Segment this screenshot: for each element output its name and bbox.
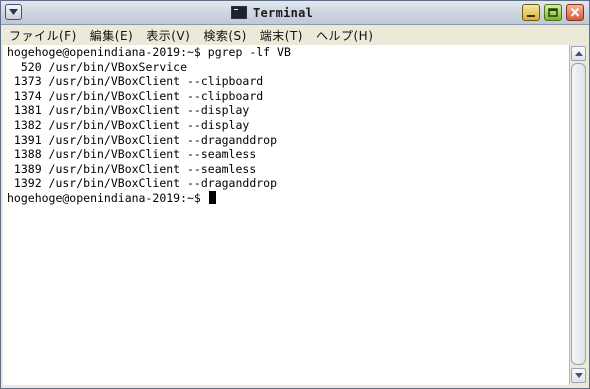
close-button[interactable]: [566, 4, 584, 21]
menu-edit[interactable]: 編集(E): [82, 27, 138, 44]
window-menu-button[interactable]: [5, 4, 22, 20]
title-bar[interactable]: Terminal: [1, 1, 589, 25]
text-cursor: [208, 190, 216, 204]
maximize-icon: [548, 8, 558, 17]
menu-bar: ファイル(F) 編集(E) 表示(V) 検索(S) 端末(T) ヘルプ(H): [1, 25, 589, 45]
shell-prompt: hogehoge@openindiana-2019:~$: [7, 190, 208, 205]
scroll-up-button[interactable]: [571, 46, 586, 61]
terminal-line: 1389 /usr/bin/VBoxClient --seamless: [7, 161, 257, 176]
window-title-group: Terminal: [231, 4, 313, 21]
terminal-line: 1374 /usr/bin/VBoxClient --clipboard: [7, 88, 264, 103]
terminal-line: 1382 /usr/bin/VBoxClient --display: [7, 117, 250, 132]
chevron-down-icon: [9, 9, 18, 15]
terminal-line: 1388 /usr/bin/VBoxClient --seamless: [7, 147, 257, 162]
menu-file[interactable]: ファイル(F): [1, 27, 82, 44]
menu-search[interactable]: 検索(S): [195, 27, 251, 44]
arrow-down-icon: [575, 373, 583, 378]
vertical-scrollbar[interactable]: [569, 45, 588, 385]
scrollbar-thumb[interactable]: [571, 63, 586, 365]
terminal-line: hogehoge@openindiana-2019:~$ pgrep -lf V…: [7, 45, 291, 59]
terminal-icon: [231, 6, 247, 19]
minimize-icon: [527, 15, 535, 17]
terminal-line: 1373 /usr/bin/VBoxClient --clipboard: [7, 74, 264, 89]
terminal-prompt-line: hogehoge@openindiana-2019:~$: [7, 190, 291, 206]
terminal-line: 520 /usr/bin/VBoxService: [7, 59, 188, 74]
window-title: Terminal: [253, 5, 314, 20]
terminal-window: Terminal ファイル(F) 編集(E) 表示(V) 検索(S) 端末(T)…: [0, 0, 590, 389]
terminal-line: 1391 /usr/bin/VBoxClient --draganddrop: [7, 132, 278, 147]
maximize-button[interactable]: [544, 4, 562, 21]
terminal-output[interactable]: hogehoge@openindiana-2019:~$ pgrep -lf V…: [3, 45, 569, 385]
menu-terminal[interactable]: 端末(T): [252, 27, 308, 44]
menu-view[interactable]: 表示(V): [138, 27, 195, 44]
scroll-down-button[interactable]: [571, 368, 586, 383]
terminal-line: 1381 /usr/bin/VBoxClient --display: [7, 103, 250, 118]
menu-help[interactable]: ヘルプ(H): [308, 27, 378, 44]
terminal-line: 1392 /usr/bin/VBoxClient --draganddrop: [7, 176, 278, 191]
arrow-up-icon: [575, 51, 583, 56]
close-icon: [570, 7, 580, 17]
minimize-button[interactable]: [522, 4, 540, 21]
